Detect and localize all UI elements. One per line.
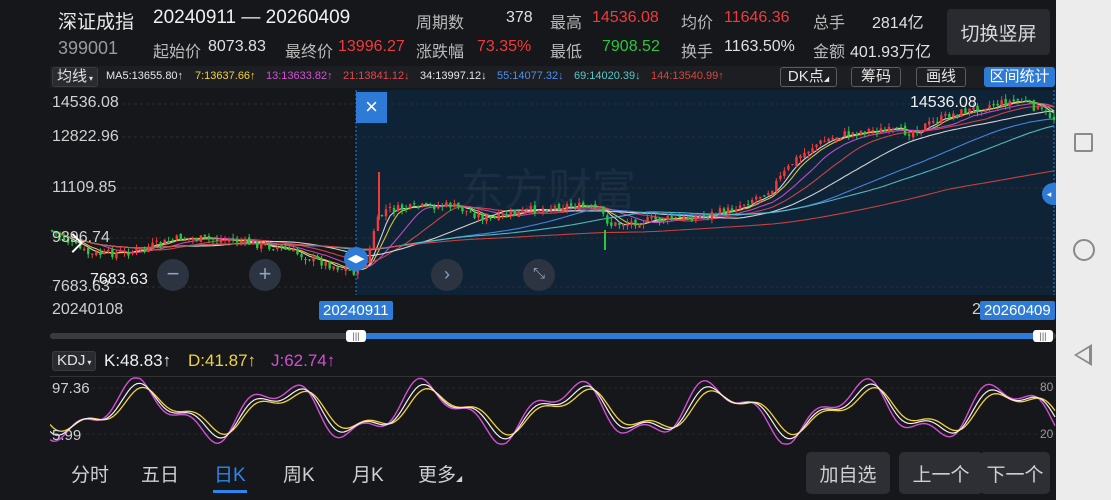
up-arrow-icon: ↑	[162, 351, 172, 370]
range-slider[interactable]: ||| |||	[50, 330, 1056, 342]
change-pct-value: 73.35%	[477, 38, 532, 55]
index-name: 深证成指	[58, 12, 135, 33]
period-tab-bar: 分时 五日 日K 周K 月K 更多◢ 加自选 上一个 下一个	[50, 448, 1056, 500]
total-volume-label: 总手	[813, 15, 846, 32]
corner-triangle-icon: ◢	[456, 474, 463, 483]
kdj-d-text: D:41.87	[188, 351, 248, 370]
ma-indicator-bar: 均线 ▾ MA5:13655.80↑ 7:13637.66↑ 13:13633.8…	[50, 66, 1056, 88]
candlestick-chart[interactable]: 东方财富 14536.08 12822.96 11109.85 9396.74 …	[50, 90, 1056, 295]
total-volume-value: 2814亿	[872, 15, 924, 32]
tab-more-label: 更多	[418, 465, 457, 486]
home-icon[interactable]	[1073, 239, 1095, 261]
kdj-k-value: K:48.83↑	[104, 351, 171, 371]
chip-distribution-button[interactable]: 筹码	[851, 67, 901, 87]
slider-left-handle[interactable]: |||	[346, 330, 366, 342]
dropdown-triangle-icon: ▾	[89, 74, 94, 83]
kdj-right-bottom-label: 20	[1040, 427, 1054, 441]
slider-fill	[356, 333, 1046, 339]
kdj-selector[interactable]: KDJ ▾	[52, 351, 97, 371]
low-marker: 7683.63	[90, 271, 148, 288]
kdj-d-value: D:41.87↑	[188, 351, 256, 371]
up-arrow-icon: ↑	[326, 351, 336, 370]
y-label-top: 14536.08	[52, 94, 119, 111]
tab-daily-k[interactable]: 日K	[214, 460, 246, 487]
tab-five-day[interactable]: 五日	[141, 460, 179, 487]
slider-right-handle[interactable]: |||	[1033, 330, 1053, 342]
up-arrow-icon: ↑	[247, 351, 257, 370]
high-value: 14536.08	[592, 9, 659, 26]
close-range-icon[interactable]: ×	[356, 92, 387, 123]
dk-point-button[interactable]: DK点◢	[780, 67, 837, 87]
switch-portrait-button[interactable]: 切换竖屏	[947, 9, 1050, 55]
dk-point-label: DK点	[787, 68, 824, 85]
ma7-value: 7:13637.66↑	[195, 70, 256, 82]
y-label-2: 12822.96	[52, 128, 119, 145]
kdj-bottom-label: 5.99	[52, 427, 82, 444]
ma21-value: 21:13841.12↓	[343, 70, 410, 82]
period-count-label: 周期数	[416, 15, 465, 32]
end-price-value: 13996.27	[338, 38, 405, 55]
avg-price-value: 11646.36	[724, 9, 790, 26]
dropdown-triangle-icon: ▾	[87, 358, 92, 367]
range-end-badge: 20260409	[980, 301, 1055, 320]
ma144-value: 144:13540.99↑	[651, 70, 724, 82]
amount-label: 金额	[813, 44, 846, 61]
ma13-value: 13:13633.82↑	[266, 70, 333, 82]
kdj-j-text: J:62.74	[271, 351, 327, 370]
kdj-chart[interactable]: 97.36 5.99 80 20	[50, 376, 1056, 446]
next-period-button[interactable]: ›	[431, 259, 463, 291]
end-price-label: 最终价	[285, 44, 334, 61]
range-start-badge: 20240911	[319, 301, 393, 320]
y-label-3: 11109.85	[52, 179, 117, 196]
previous-button[interactable]: 上一个	[899, 452, 983, 494]
tab-intraday[interactable]: 分时	[71, 460, 109, 487]
turnover-value: 1163.50%	[724, 38, 795, 55]
back-icon-inner	[1077, 348, 1089, 362]
ma-selector-label: 均线	[57, 68, 88, 85]
recent-apps-icon[interactable]	[1074, 133, 1093, 152]
add-watchlist-button[interactable]: 加自选	[806, 452, 890, 494]
date-axis: 20240108 20240911 2 20260409	[50, 296, 1056, 324]
zoom-in-button[interactable]: +	[249, 259, 281, 291]
ma55-value: 55:14077.32↓	[497, 70, 564, 82]
low-label: 最低	[550, 44, 583, 61]
start-price-value: 8073.83	[208, 38, 266, 55]
period-count-value: 378	[506, 9, 533, 26]
tab-monthly-k[interactable]: 月K	[352, 460, 384, 487]
ma69-value: 69:14020.39↓	[574, 70, 641, 82]
range-stats-button[interactable]: 区间统计	[984, 67, 1055, 87]
kdj-top-label: 97.36	[52, 380, 90, 397]
low-value: 7908.52	[602, 38, 660, 55]
kdj-selector-label: KDJ	[57, 352, 86, 369]
avg-price-label: 均价	[681, 15, 714, 32]
ma5-value: MA5:13655.80↑	[106, 70, 184, 82]
tab-more[interactable]: 更多◢	[418, 460, 462, 487]
system-nav-bar	[1056, 0, 1111, 500]
range-drag-handle[interactable]: ◀▶	[344, 247, 368, 271]
kdj-right-top-label: 80	[1040, 380, 1054, 394]
change-pct-label: 涨跌幅	[416, 44, 465, 61]
app-screen: 深证成指 399001 20240911 — 20260409 周期数 378 …	[0, 0, 1056, 500]
start-price-label: 起始价	[153, 44, 202, 61]
shrink-icon[interactable]: ⤡	[523, 259, 555, 291]
kdj-indicator-bar: KDJ ▾ K:48.83↑ D:41.87↑ J:62.74↑	[50, 349, 1056, 373]
chart-start-date: 20240108	[52, 301, 124, 318]
high-marker: 14536.08	[910, 94, 977, 111]
kdj-k-text: K:48.83	[104, 351, 163, 370]
amount-value: 401.93万亿	[850, 44, 931, 61]
high-label: 最高	[550, 15, 583, 32]
tab-weekly-k[interactable]: 周K	[283, 460, 315, 487]
corner-triangle-icon: ◢	[823, 76, 830, 83]
summary-header: 深证成指 399001 20240911 — 20260409 周期数 378 …	[0, 0, 1056, 64]
ma34-value: 34:13997.12↓	[420, 70, 487, 82]
index-code: 399001	[58, 38, 119, 58]
turnover-label: 换手	[681, 44, 714, 61]
next-button[interactable]: 下一个	[980, 452, 1050, 494]
ma-selector[interactable]: 均线 ▾	[52, 67, 99, 87]
date-range: 20240911 — 20260409	[153, 7, 351, 28]
kdj-j-value: J:62.74↑	[271, 351, 335, 371]
draw-line-button[interactable]: 画线	[916, 67, 966, 87]
active-tab-underline	[213, 490, 247, 493]
zoom-out-button[interactable]: −	[157, 259, 189, 291]
